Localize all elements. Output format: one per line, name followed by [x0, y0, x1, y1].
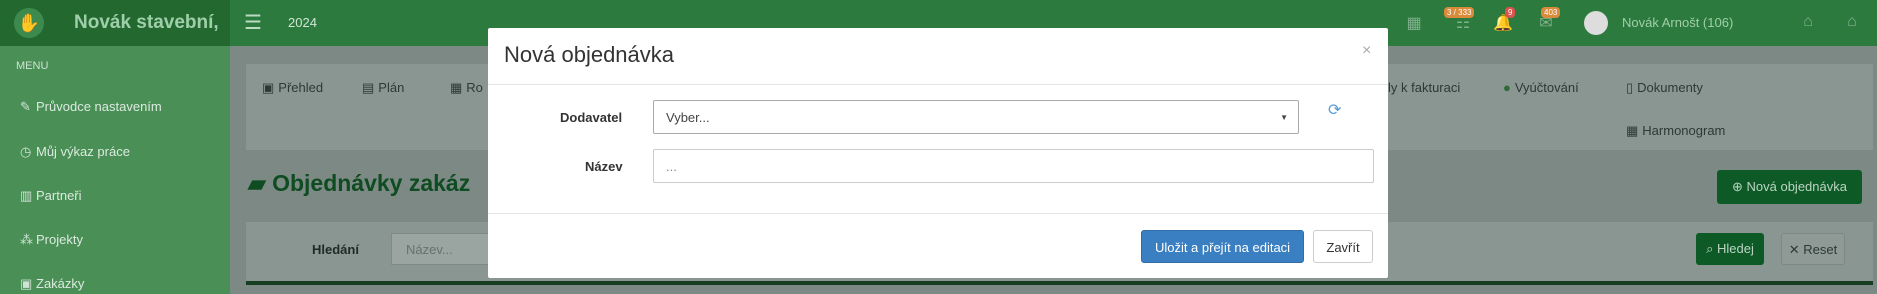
search-input[interactable]: Název...: [391, 233, 491, 265]
bank-icon[interactable]: ⌂: [1798, 13, 1818, 31]
save-and-edit-button[interactable]: Uložit a přejít na editaci: [1141, 230, 1304, 263]
sidebar-item-work-report[interactable]: ◷ Můj výkaz práce: [20, 144, 130, 160]
messages-badge: 403: [1541, 7, 1561, 18]
plus-circle-icon: ⊕: [1732, 179, 1747, 194]
budget-icon: ▦: [450, 80, 463, 95]
user-name[interactable]: Novák Arnošt (106): [1622, 15, 1733, 30]
tab-schedule[interactable]: ▦ Harmonogram: [1626, 123, 1725, 139]
brand-name[interactable]: Novák stavební,: [74, 12, 219, 34]
supplier-select[interactable]: Vyber... ▼: [653, 100, 1299, 134]
name-label: Název: [585, 159, 623, 174]
logo-icon[interactable]: ✋: [14, 8, 44, 38]
tab-documents[interactable]: ▯ Dokumenty: [1626, 80, 1703, 96]
menu-toggle-icon[interactable]: ☰: [244, 10, 262, 35]
tab-overview[interactable]: ▣ Přehled: [262, 80, 323, 96]
sidebar-item-partners[interactable]: ▥ Partneři: [20, 188, 82, 204]
pencil-icon: ✎: [20, 99, 31, 114]
tab-billing[interactable]: ● Vyúčtování: [1503, 80, 1579, 95]
box-icon: ▣: [20, 276, 33, 291]
sidebar: [0, 46, 230, 294]
sidebar-item-projects[interactable]: ⁂ Projekty: [20, 232, 83, 248]
reset-button[interactable]: ✕ Reset: [1781, 233, 1845, 265]
file-icon: ▯: [1626, 80, 1634, 95]
menu-heading: MENU: [16, 60, 49, 72]
tasks-badge: 3 / 333: [1444, 7, 1475, 18]
close-icon: ✕: [1788, 242, 1804, 257]
year-selector[interactable]: 2024: [288, 15, 317, 30]
caret-down-icon: ▼: [1280, 113, 1288, 122]
home-icon[interactable]: ⌂: [1842, 13, 1862, 31]
divider: [246, 281, 1873, 285]
supplier-label: Dodavatel: [560, 110, 623, 125]
sidebar-item-setup-guide[interactable]: ✎ Průvodce nastavením: [20, 99, 162, 115]
close-icon[interactable]: ×: [1362, 42, 1371, 60]
search-icon: ⌕: [1706, 241, 1718, 256]
sidebar-item-orders[interactable]: ▣ Zakázky: [20, 276, 84, 292]
briefcase-icon: ▰: [248, 170, 273, 196]
refresh-icon[interactable]: ⟳: [1328, 100, 1341, 120]
close-button[interactable]: Zavřít: [1313, 230, 1373, 263]
cubes-icon: ⁂: [20, 232, 33, 247]
modal-header-divider: [488, 84, 1388, 85]
new-order-button[interactable]: ⊕ Nová objednávka: [1717, 170, 1862, 204]
avatar[interactable]: [1584, 11, 1608, 35]
tab-budget[interactable]: ▦ Ro: [450, 80, 483, 96]
name-input[interactable]: ...: [653, 149, 1374, 183]
clock-icon: ◷: [20, 144, 32, 159]
tab-plan[interactable]: ▤ Plán: [362, 80, 404, 96]
check-circle-icon: ●: [1503, 80, 1511, 95]
calendar-icon: ▦: [1626, 123, 1639, 138]
modal-footer-divider: [488, 213, 1388, 214]
calendar-icon[interactable]: ▦: [1404, 13, 1424, 33]
tab-to-invoice[interactable]: ly k fakturaci: [1388, 80, 1460, 95]
calendar-icon: ▤: [362, 80, 375, 95]
search-button[interactable]: ⌕ Hledej: [1696, 233, 1764, 265]
notifications-badge: 9: [1505, 7, 1516, 18]
page-title: ▰ Objednávky zakáz: [248, 170, 471, 196]
building-icon: ▥: [20, 188, 33, 203]
search-label: Hledání: [312, 242, 359, 257]
cube-icon: ▣: [262, 80, 275, 95]
modal-title: Nová objednávka: [504, 42, 675, 67]
